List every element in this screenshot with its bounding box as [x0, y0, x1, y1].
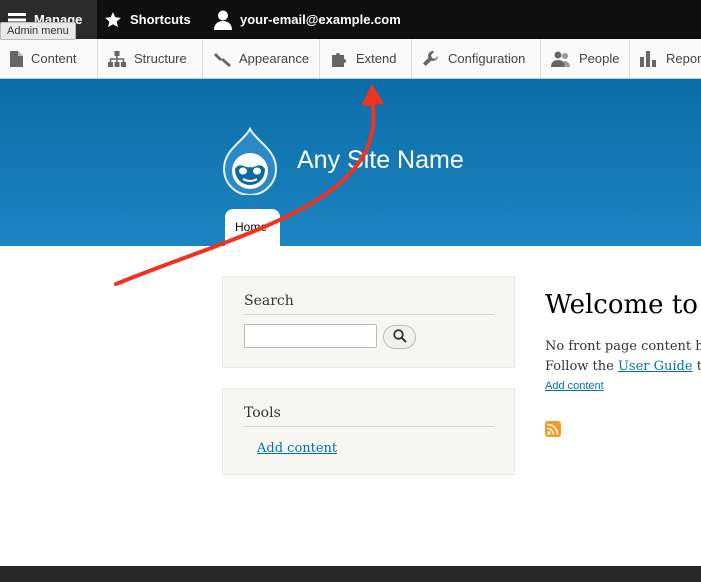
- search-button[interactable]: [383, 325, 416, 349]
- user-guide-line: Follow the User Guide to: [545, 359, 701, 374]
- tools-add-content-link[interactable]: Add content: [257, 441, 337, 456]
- tray-label: Appearance: [239, 51, 310, 66]
- bar-chart-icon: [640, 50, 658, 67]
- user-icon: [214, 10, 232, 30]
- admin-menu-tooltip: Admin menu: [0, 22, 76, 40]
- tray-label: Reports: [666, 51, 701, 66]
- tray-label: Extend: [356, 51, 397, 66]
- user-guide-link[interactable]: User Guide: [618, 359, 693, 374]
- star-icon: [104, 11, 122, 29]
- paintbrush-icon: [213, 51, 231, 67]
- drupal-logo[interactable]: [222, 126, 278, 200]
- shortcuts-label: Shortcuts: [130, 12, 191, 27]
- file-icon: [10, 50, 23, 67]
- tray-label: Content: [31, 51, 77, 66]
- search-input[interactable]: [244, 324, 377, 348]
- tools-block: Tools Add content: [222, 388, 515, 475]
- tray-item-people[interactable]: People: [541, 39, 630, 78]
- tray-label: Structure: [134, 51, 187, 66]
- admin-toolbar: Manage Admin menu Shortcuts your-email@e…: [0, 0, 701, 40]
- sitemap-icon: [108, 50, 126, 67]
- search-icon: [392, 328, 407, 347]
- user-guide-suffix: to: [696, 359, 701, 374]
- tray-label: Configuration: [448, 51, 526, 66]
- user-label: your-email@example.com: [240, 12, 401, 27]
- tray-item-content[interactable]: Content: [0, 39, 98, 78]
- tray-item-extend[interactable]: Extend: [320, 39, 412, 78]
- tray-item-appearance[interactable]: Appearance: [203, 39, 320, 78]
- shortcuts-button[interactable]: Shortcuts: [104, 0, 191, 39]
- front-page-message: No front page content has: [545, 339, 701, 354]
- rss-feed-icon[interactable]: [545, 421, 561, 437]
- tray-item-reports[interactable]: Reports: [630, 39, 701, 78]
- puzzle-icon: [330, 51, 348, 67]
- admin-tray: Content Structure Appearance Extend Conf…: [0, 39, 701, 79]
- tools-block-title: Tools: [244, 405, 281, 421]
- page-title: Welcome to A: [545, 290, 701, 320]
- user-account-button[interactable]: your-email@example.com: [214, 0, 401, 39]
- add-content-link[interactable]: Add content: [545, 380, 604, 392]
- people-icon: [551, 51, 571, 67]
- tab-home[interactable]: Home: [225, 209, 280, 246]
- divider: [244, 314, 494, 315]
- wrench-icon: [422, 50, 440, 68]
- tray-item-configuration[interactable]: Configuration: [412, 39, 541, 78]
- tray-label: People: [579, 51, 620, 66]
- site-name[interactable]: Any Site Name: [297, 146, 464, 175]
- search-block-title: Search: [244, 293, 294, 309]
- footer: [0, 566, 701, 582]
- divider: [244, 426, 494, 427]
- search-block: Search: [222, 276, 515, 368]
- tray-item-structure[interactable]: Structure: [98, 39, 203, 78]
- user-guide-prefix: Follow the: [545, 359, 618, 374]
